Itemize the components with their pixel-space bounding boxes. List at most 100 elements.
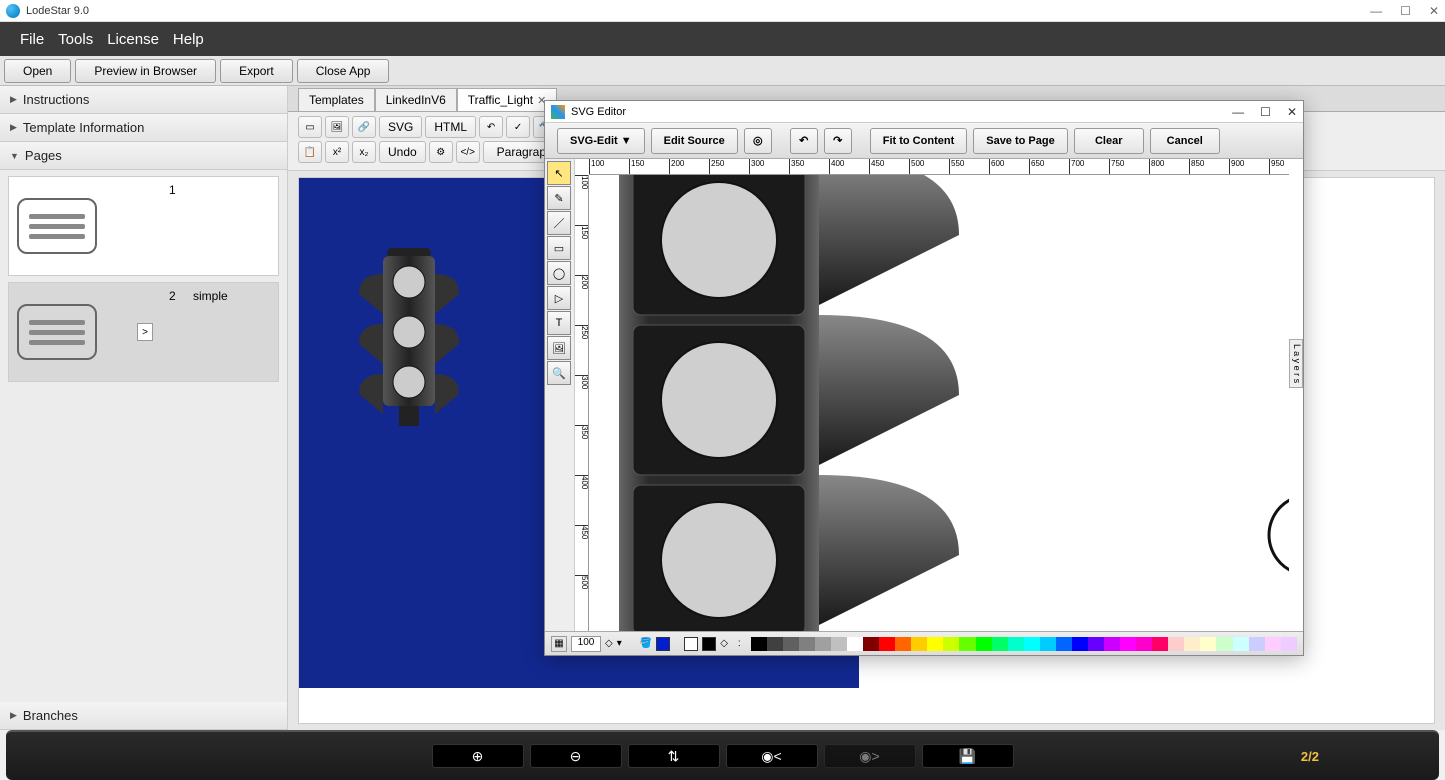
path-tool[interactable]: ▷ [547, 286, 571, 310]
code-icon[interactable]: </> [456, 141, 480, 163]
link-tool-icon[interactable]: 🔗 [352, 116, 376, 138]
accordion-template-info[interactable]: ▶Template Information [0, 114, 287, 142]
eyedropper-icon[interactable]: ▦ [551, 636, 567, 652]
palette-swatch[interactable] [863, 637, 879, 651]
tab-templates[interactable]: Templates [298, 88, 375, 111]
palette-swatch[interactable] [879, 637, 895, 651]
palette-swatch[interactable] [927, 637, 943, 651]
palette-swatch[interactable] [943, 637, 959, 651]
clear-button[interactable]: Clear [1074, 128, 1144, 154]
palette-swatch[interactable] [783, 637, 799, 651]
svg-canvas[interactable] [589, 175, 1289, 631]
palette-swatch[interactable] [1168, 637, 1184, 651]
palette-swatch[interactable] [895, 637, 911, 651]
palette-swatch[interactable] [1120, 637, 1136, 651]
palette-swatch[interactable] [1056, 637, 1072, 651]
zoom-dropdown-icon[interactable]: ▾ [617, 638, 622, 649]
dialog-titlebar[interactable]: SVG Editor — ☐ ✕ [545, 101, 1303, 123]
palette-swatch[interactable] [1233, 637, 1249, 651]
close-app-button[interactable]: Close App [297, 59, 390, 83]
prev-page-button[interactable]: ◉< [726, 744, 818, 768]
select-tool-icon[interactable]: ▭ [298, 116, 322, 138]
zoom-tool[interactable]: 🔍 [547, 361, 571, 385]
cancel-button[interactable]: Cancel [1150, 128, 1220, 154]
zoom-stepper-icon[interactable]: ◇ [605, 638, 613, 649]
palette-swatch[interactable] [799, 637, 815, 651]
close-window-button[interactable]: ✕ [1429, 4, 1439, 18]
palette-swatch[interactable] [1216, 637, 1232, 651]
menu-file[interactable]: File [20, 31, 44, 48]
dialog-close-button[interactable]: ✕ [1287, 105, 1297, 119]
zoom-value[interactable]: 100 [571, 636, 601, 652]
page-thumb-1[interactable]: 1 [8, 176, 279, 276]
palette-swatch[interactable] [831, 637, 847, 651]
fit-content-button[interactable]: Fit to Content [870, 128, 967, 154]
go-button[interactable]: > [137, 323, 153, 341]
rect-tool[interactable]: ▭ [547, 236, 571, 260]
paste-icon[interactable]: 📋 [298, 141, 322, 163]
palette-swatch[interactable] [992, 637, 1008, 651]
undo-button[interactable]: Undo [379, 141, 426, 163]
stroke-color-swatch[interactable] [702, 637, 716, 651]
tab-traffic-light[interactable]: Traffic_Light✕ [457, 88, 558, 111]
palette-swatch[interactable] [911, 637, 927, 651]
stroke-outer-swatch[interactable] [684, 637, 698, 651]
wireframe-icon[interactable]: ◎ [744, 128, 772, 154]
palette-swatch[interactable] [815, 637, 831, 651]
fill-icon[interactable]: 🪣 [640, 638, 652, 649]
dialog-minimize-button[interactable]: — [1232, 105, 1244, 119]
edit-source-button[interactable]: Edit Source [651, 128, 738, 154]
accordion-instructions[interactable]: ▶Instructions [0, 86, 287, 114]
palette-swatch[interactable] [1152, 637, 1168, 651]
palette-swatch[interactable] [1088, 637, 1104, 651]
palette-swatch[interactable] [1104, 637, 1120, 651]
accordion-branches[interactable]: ▶Branches [0, 702, 287, 730]
palette-swatch[interactable] [1008, 637, 1024, 651]
superscript-icon[interactable]: x² [325, 141, 349, 163]
gear-icon[interactable]: ⚙ [429, 141, 453, 163]
html-button[interactable]: HTML [425, 116, 476, 138]
export-button[interactable]: Export [220, 59, 293, 83]
palette-swatch[interactable] [1200, 637, 1216, 651]
tab-linkedin[interactable]: LinkedInV6 [375, 88, 457, 111]
palette-swatch[interactable] [959, 637, 975, 651]
pencil-tool[interactable]: ✎ [547, 186, 571, 210]
subscript-icon[interactable]: x₂ [352, 141, 376, 163]
undo-arrow-icon[interactable]: ↶ [479, 116, 503, 138]
line-tool[interactable]: ／ [547, 211, 571, 235]
palette-swatch[interactable] [1136, 637, 1152, 651]
palette-swatch[interactable] [976, 637, 992, 651]
image-tool[interactable]: 🖼 [547, 336, 571, 360]
svg-edit-menu[interactable]: SVG-Edit ▼ [557, 128, 645, 154]
fill-color-swatch[interactable] [656, 637, 670, 651]
palette-swatch[interactable] [847, 637, 863, 651]
redo-icon[interactable]: ↷ [824, 128, 852, 154]
palette-swatch[interactable] [1072, 637, 1088, 651]
svg-button[interactable]: SVG [379, 116, 422, 138]
palette-swatch[interactable] [1249, 637, 1265, 651]
menu-tools[interactable]: Tools [58, 31, 93, 48]
add-page-button[interactable]: ⊕ [432, 744, 524, 768]
page-thumb-2[interactable]: > 2 simple [8, 282, 279, 382]
ellipse-tool[interactable]: ◯ [547, 261, 571, 285]
maximize-button[interactable]: ☐ [1400, 4, 1411, 18]
menu-license[interactable]: License [107, 31, 159, 48]
layers-panel-tab[interactable]: L a y e r s [1289, 339, 1303, 388]
image-tool-icon[interactable]: 🖼 [325, 116, 349, 138]
palette-swatch[interactable] [1265, 637, 1281, 651]
save-button[interactable]: 💾 [922, 744, 1014, 768]
palette-swatch[interactable] [1040, 637, 1056, 651]
palette-swatch[interactable] [1024, 637, 1040, 651]
undo-icon[interactable]: ↶ [790, 128, 818, 154]
save-page-button[interactable]: Save to Page [973, 128, 1067, 154]
palette-swatch[interactable] [751, 637, 767, 651]
select-tool[interactable]: ↖ [547, 161, 571, 185]
palette-swatch[interactable] [1184, 637, 1200, 651]
text-tool[interactable]: T [547, 311, 571, 335]
stroke-width-stepper[interactable]: ◇ [720, 638, 728, 649]
palette-swatch[interactable] [1281, 637, 1297, 651]
sort-button[interactable]: ⇅ [628, 744, 720, 768]
check-icon[interactable]: ✓ [506, 116, 530, 138]
dialog-maximize-button[interactable]: ☐ [1260, 105, 1271, 119]
next-page-button[interactable]: ◉> [824, 744, 916, 768]
